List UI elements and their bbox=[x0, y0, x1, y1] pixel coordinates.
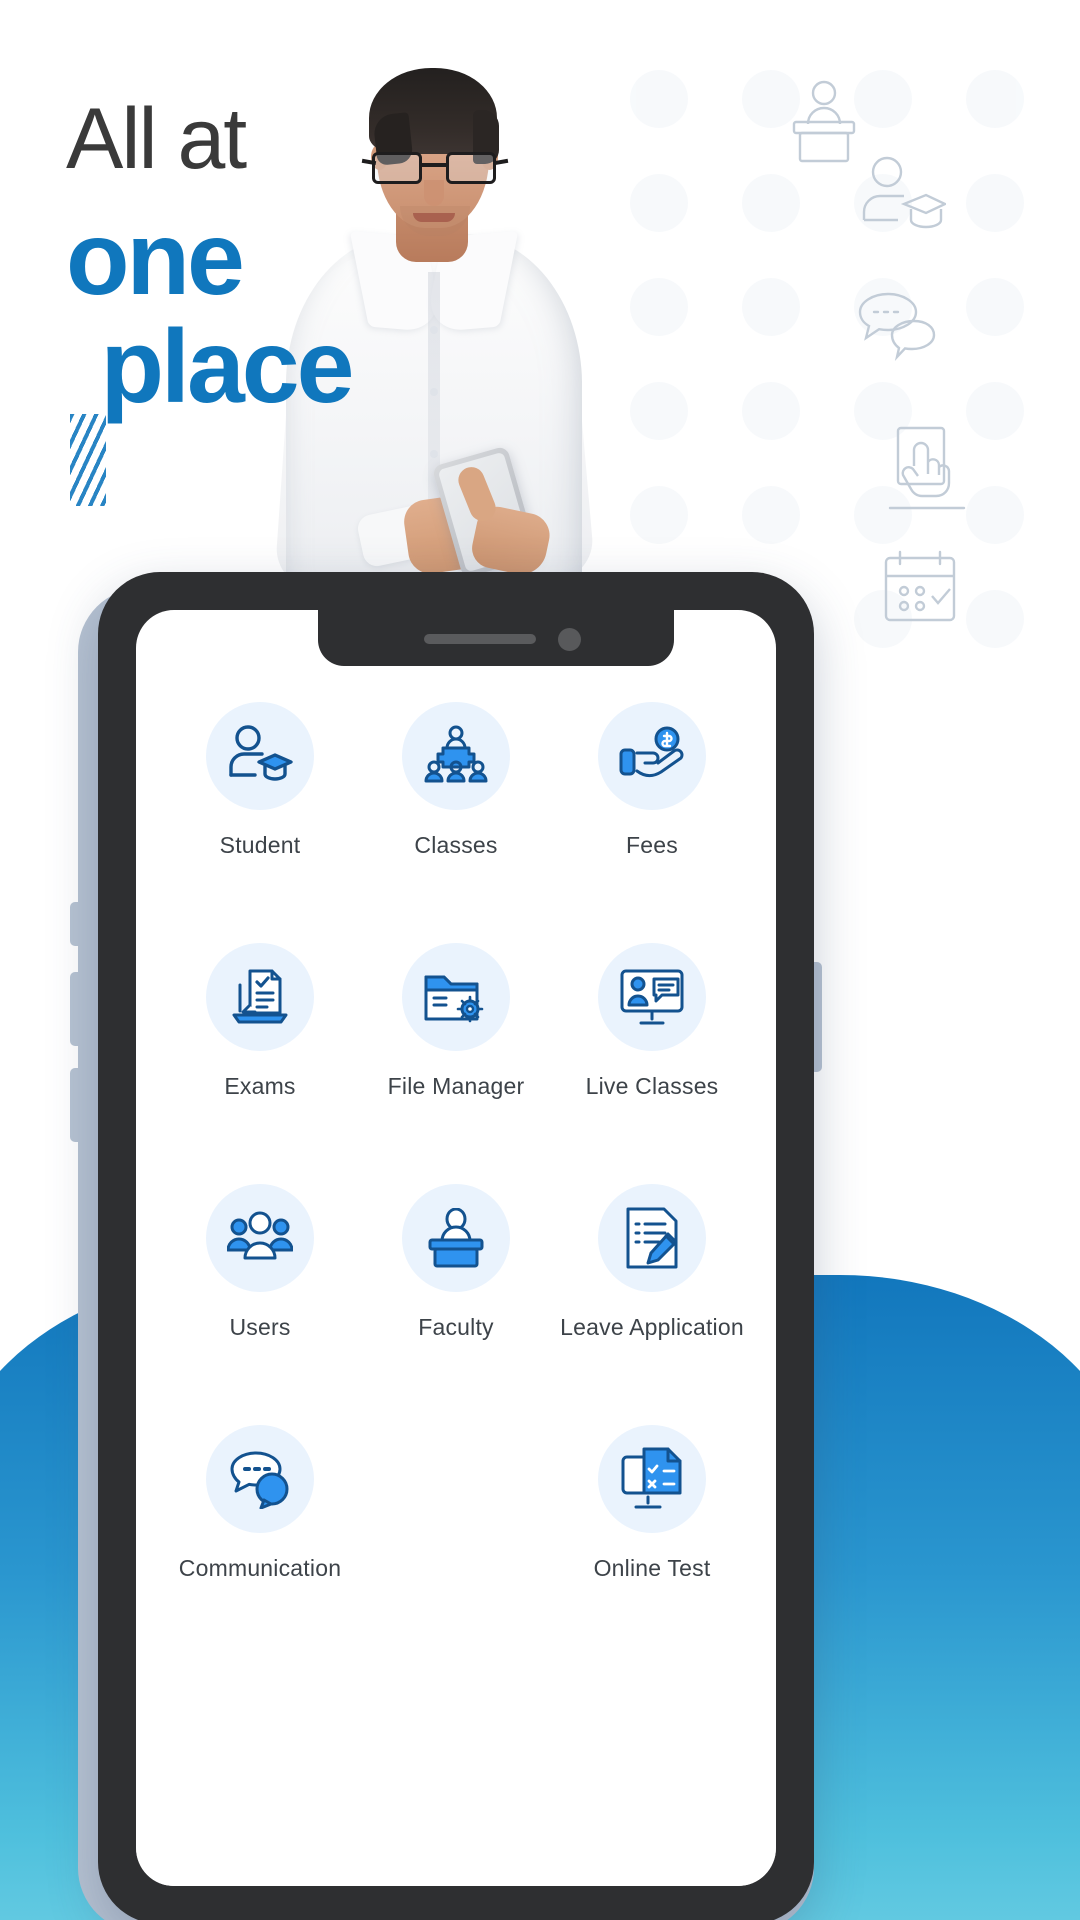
app-label: Users bbox=[229, 1314, 291, 1340]
headline-block: All at one place bbox=[66, 91, 506, 506]
app-tile-users[interactable]: Users bbox=[162, 1184, 358, 1341]
app-label: Online Test bbox=[593, 1555, 711, 1581]
app-label: Faculty bbox=[418, 1314, 494, 1340]
touch-tap-icon bbox=[884, 422, 970, 518]
decorative-dot bbox=[630, 278, 688, 336]
phone-volume-up-button[interactable] bbox=[70, 902, 84, 946]
decorative-dot bbox=[630, 382, 688, 440]
monitor-presenter-icon[interactable] bbox=[598, 943, 706, 1051]
app-label: Leave Application bbox=[560, 1314, 744, 1340]
classroom-group-icon[interactable] bbox=[402, 702, 510, 810]
app-label: File Manager bbox=[387, 1073, 525, 1099]
student-graduate-icon bbox=[856, 152, 946, 242]
app-icon-grid: Student Classes Fees Exams File Manager … bbox=[136, 702, 776, 1582]
app-tile-leave-application[interactable]: Leave Application bbox=[554, 1184, 750, 1341]
headline-line-2: one bbox=[66, 201, 245, 317]
phone-volume-down-button[interactable] bbox=[70, 972, 84, 1046]
app-tile-file-manager[interactable]: File Manager bbox=[358, 943, 554, 1100]
chat-bubbles-icon bbox=[852, 288, 942, 366]
app-tile-exams[interactable]: Exams bbox=[162, 943, 358, 1100]
stripe-decoration bbox=[70, 414, 106, 506]
promo-stage: All at one place Student Classes Fees Ex… bbox=[0, 0, 1080, 1920]
decorative-dot bbox=[966, 174, 1024, 232]
app-label: Student bbox=[219, 832, 301, 858]
decorative-dot bbox=[742, 486, 800, 544]
faculty-podium-icon bbox=[782, 76, 866, 164]
laptop-exam-paper-icon[interactable] bbox=[206, 943, 314, 1051]
front-camera-icon bbox=[558, 628, 581, 651]
app-tile-online-test[interactable]: Online Test bbox=[554, 1425, 750, 1582]
users-group-icon[interactable] bbox=[206, 1184, 314, 1292]
app-label: Fees bbox=[626, 832, 678, 858]
app-tile-fees[interactable]: Fees bbox=[554, 702, 750, 859]
speech-bubbles-icon[interactable] bbox=[206, 1425, 314, 1533]
headline-line-1: All at bbox=[66, 91, 247, 187]
phone-frame: Student Classes Fees Exams File Manager … bbox=[98, 572, 814, 1920]
phone-mockup: Student Classes Fees Exams File Manager … bbox=[70, 572, 822, 1920]
calendar-check-icon bbox=[878, 546, 962, 630]
student-graduate-icon[interactable] bbox=[206, 702, 314, 810]
decorative-dot bbox=[966, 486, 1024, 544]
headline-line-3: place bbox=[100, 309, 355, 426]
app-label: Communication bbox=[178, 1555, 342, 1581]
decorative-dot bbox=[630, 174, 688, 232]
phone-mute-button[interactable] bbox=[70, 1068, 84, 1142]
decorative-dot bbox=[630, 486, 688, 544]
app-tile-live-classes[interactable]: Live Classes bbox=[554, 943, 750, 1100]
decorative-dot bbox=[742, 382, 800, 440]
decorative-dot bbox=[966, 590, 1024, 648]
decorative-dot bbox=[966, 70, 1024, 128]
phone-screen: Student Classes Fees Exams File Manager … bbox=[136, 610, 776, 1886]
decorative-dot bbox=[966, 382, 1024, 440]
app-tile-student[interactable]: Student bbox=[162, 702, 358, 859]
app-tile-classes[interactable]: Classes bbox=[358, 702, 554, 859]
monitor-test-icon[interactable] bbox=[598, 1425, 706, 1533]
folder-gear-icon[interactable] bbox=[402, 943, 510, 1051]
earpiece-speaker bbox=[424, 634, 536, 644]
app-tile-communication[interactable]: Communication bbox=[162, 1425, 358, 1582]
decorative-dot bbox=[742, 174, 800, 232]
decorative-dot bbox=[966, 278, 1024, 336]
app-label: Exams bbox=[224, 1073, 296, 1099]
app-tile-faculty[interactable]: Faculty bbox=[358, 1184, 554, 1341]
hand-money-icon[interactable] bbox=[598, 702, 706, 810]
screen-bottom-fade bbox=[136, 1816, 776, 1886]
app-label: Classes bbox=[414, 832, 498, 858]
app-label: Live Classes bbox=[585, 1073, 719, 1099]
podium-speaker-icon[interactable] bbox=[402, 1184, 510, 1292]
document-pen-icon[interactable] bbox=[598, 1184, 706, 1292]
decorative-dot bbox=[630, 70, 688, 128]
decorative-dot bbox=[742, 278, 800, 336]
phone-notch bbox=[318, 610, 674, 666]
